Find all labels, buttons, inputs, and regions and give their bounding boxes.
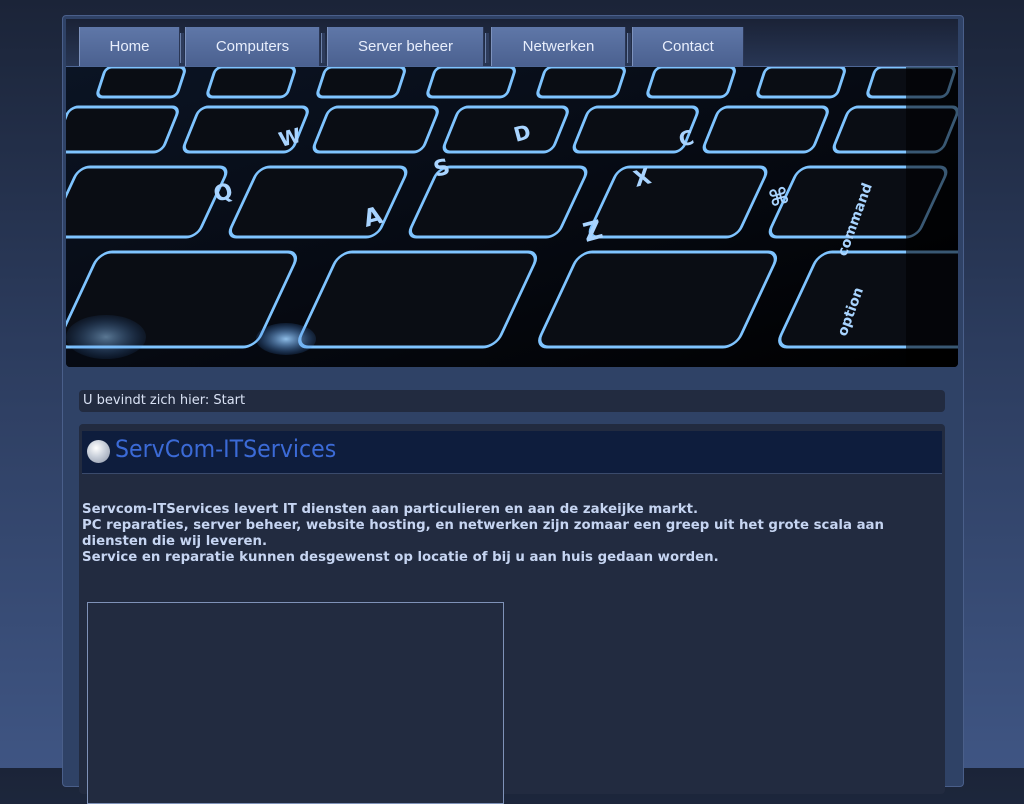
main-navigation: Home Computers Server beheer Netwerken C… bbox=[66, 19, 958, 69]
nav-item-contact[interactable]: Contact bbox=[632, 27, 744, 66]
nav-separator bbox=[485, 33, 489, 63]
nav-item-netwerken[interactable]: Netwerken bbox=[491, 27, 626, 66]
breadcrumb: U bevindt zich hier: Start bbox=[79, 390, 945, 412]
nav-item-home[interactable]: Home bbox=[79, 27, 180, 66]
intro-paragraph: Servcom-ITServices levert IT diensten aa… bbox=[82, 502, 699, 517]
nav-item-computers[interactable]: Computers bbox=[185, 27, 320, 66]
keyboard-banner-image: Q W A S D Z X C ⌘ command option bbox=[66, 67, 958, 367]
content-title-bar: ServCom-ITServices bbox=[82, 431, 942, 474]
nav-item-server-beheer[interactable]: Server beheer bbox=[327, 27, 484, 66]
intro-paragraph: PC reparaties, server beheer, website ho… bbox=[82, 518, 884, 549]
intro-paragraph: Service en reparatie kunnen desgewenst o… bbox=[82, 550, 719, 565]
intro-text: Servcom-ITServices levert IT diensten aa… bbox=[82, 502, 942, 566]
nav-separator bbox=[627, 33, 631, 63]
main-content: ServCom-ITServices Servcom-ITServices le… bbox=[79, 424, 945, 804]
page-container: Home Computers Server beheer Netwerken C… bbox=[62, 15, 964, 804]
nav-separator bbox=[180, 33, 184, 63]
nav-separator bbox=[321, 33, 325, 63]
backlit-keyboard-illustration: Q W A S D Z X C ⌘ command option bbox=[66, 67, 958, 367]
bullet-sphere-icon bbox=[87, 440, 110, 463]
embedded-frame bbox=[87, 602, 504, 804]
page-title: ServCom-ITServices bbox=[115, 435, 337, 463]
